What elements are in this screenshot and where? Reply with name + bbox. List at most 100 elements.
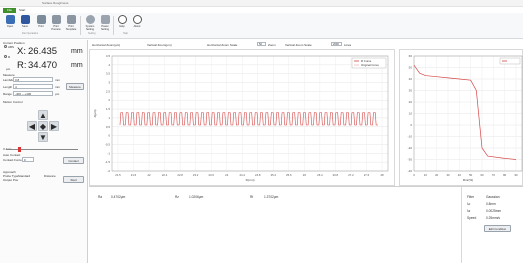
open-label: Open (6, 25, 14, 28)
range-select[interactable]: -400 ~ +400 (13, 91, 53, 96)
x-axis-label: X: (17, 46, 26, 57)
x-tick-label: 26.8 (333, 173, 339, 177)
lambda-s-value: 0.0025mm (486, 209, 502, 213)
distance-label: Distance (44, 174, 56, 178)
vertical-zoom-label: Vertical Zoom(μm) (147, 42, 172, 47)
y-tick-label: 4.5 (106, 54, 111, 58)
system-setting-label: System Setting (85, 25, 95, 31)
x-tick-label: 40 (458, 173, 462, 177)
y-tick-label: -10 (408, 135, 413, 139)
contact-force-input[interactable]: 0 (22, 157, 34, 162)
x-tick-label: 10 (424, 173, 428, 177)
vertical-scale-unit: Lines (344, 42, 352, 47)
open-button[interactable]: Open (3, 15, 17, 28)
y-tick-label: 20 (409, 100, 413, 104)
range-unit: μm (55, 92, 60, 96)
horizontal-zoom-label: Horizontal Zoom(μm) (92, 42, 121, 47)
y-tick-label: 40 (409, 77, 413, 81)
rz-value: 1.0206μm (189, 195, 204, 199)
about-button[interactable]: About (130, 15, 144, 28)
start-button[interactable]: Start (63, 176, 84, 183)
x-position-value: 26.435 (28, 46, 58, 57)
horizontal-scale-input[interactable]: 50 (257, 42, 266, 46)
system-setting-button[interactable]: System Setting (83, 15, 97, 31)
bearing-ratio-series (413, 64, 517, 160)
x-tick-label: 50 (469, 173, 473, 177)
lambda-select[interactable]: 0.8 (13, 77, 53, 82)
power-setting-label: Power Setting (100, 25, 110, 31)
length-input[interactable]: 4 (13, 84, 53, 89)
probe-type-value[interactable]: Standard (18, 174, 30, 178)
control-panel: Current Position ABS R X: 26.435 mm R: 3… (0, 40, 88, 263)
legend-label-original-curve: Original Curve (361, 63, 379, 67)
start-tab[interactable]: Start (19, 8, 25, 12)
x-tick-label: 70 (492, 173, 496, 177)
power-setting-button[interactable]: Power Setting (98, 15, 112, 31)
ribbon-separator (80, 16, 81, 35)
y-tick-label: 0 (108, 134, 110, 138)
abs-label: ABS (8, 45, 15, 49)
about-icon (132, 15, 142, 24)
rel-label: R (8, 55, 11, 59)
x-tick-label: 24.4 (240, 173, 246, 177)
move-down-button[interactable]: ▼ (38, 132, 48, 142)
y-tick-label: 10 (409, 112, 413, 116)
rel-radio[interactable] (4, 55, 7, 58)
group-label-file: File Operations (22, 32, 39, 35)
ra-label: Ra (98, 195, 103, 199)
ribbon-separator (113, 16, 114, 35)
save-label: Save (22, 25, 28, 28)
filter-value: Gaussian (486, 195, 500, 199)
vertical-scale-input[interactable]: 2000 (331, 42, 342, 46)
x-tick-label: 20 (435, 173, 439, 177)
x-tick-label: 28 (380, 173, 384, 177)
rt-value: 1.3702μm (264, 195, 279, 199)
y-tick-label: -1.5 (105, 160, 111, 164)
help-icon (117, 15, 127, 24)
arrow-right-icon: ▶ (50, 122, 58, 131)
x-tick-label: 27.6 (364, 173, 370, 177)
x-tick-label: 25.2 (271, 173, 277, 177)
x-tick-label: 22.8 (177, 173, 183, 177)
print-icon (36, 15, 46, 24)
contact-button[interactable]: Contact (63, 157, 84, 164)
x-tick-label: 80 (503, 173, 507, 177)
arrow-up-icon: ▲ (39, 111, 47, 120)
range-label: Range (3, 92, 12, 96)
rz-label: Rz (175, 195, 179, 199)
r-curve-series (119, 112, 378, 126)
speed-slider-knob[interactable] (18, 147, 21, 152)
print-button[interactable]: Print (34, 15, 48, 28)
print-template-button[interactable]: Print Template (64, 15, 78, 31)
horizontal-scale-label: Horizontal Zoom Scale (207, 42, 238, 47)
x-tick-label: 24 (225, 173, 229, 177)
x-tick-label: 24.8 (255, 173, 261, 177)
y-tick-label: 2 (108, 98, 110, 102)
y-axis-title: Z(μm) (93, 109, 97, 117)
move-right-button[interactable]: ▶ (49, 121, 59, 131)
x-tick-label: 60 (480, 173, 484, 177)
edit-condition-button[interactable]: Edit Condition (484, 225, 511, 232)
results-panel: Ra 0.4702μm Rz 1.0206μm Rt 1.3702μm Filt… (89, 186, 523, 263)
help-button[interactable]: Help (115, 15, 129, 28)
move-up-button[interactable]: ▲ (38, 110, 48, 120)
x-tick-label: 21.5 (115, 173, 121, 177)
profile-chart[interactable]: 4.5 4 3.5 3 2.5 2 1.5 1 0.5 0 -0.5 -1 -1.5 -2 21.5 21.6… (89, 49, 395, 186)
arrow-left-icon: ◀ (28, 122, 36, 131)
x-tick-label: 22.4 (162, 173, 168, 177)
bearing-ratio-chart[interactable]: 60 50 40 30 20 10 0 -10 -20 -30 -40 0 10 20 30 40 50 60 70… (399, 49, 523, 186)
x-tick-label: 22 (147, 173, 151, 177)
home-button[interactable]: ◆ (38, 121, 48, 131)
abs-radio[interactable] (4, 45, 7, 48)
x-tick-label: 26 (303, 173, 307, 177)
print-preview-button[interactable]: Print Preview (49, 15, 63, 31)
lambda-s-label: λs (467, 209, 471, 213)
y-tick-label: -20 (408, 146, 413, 150)
move-left-button[interactable]: ◀ (27, 121, 37, 131)
save-button[interactable]: Save (18, 15, 32, 28)
filter-label: Filter (467, 195, 475, 199)
speed-slider[interactable] (6, 147, 78, 152)
bearing-ratio-chart-svg: 6050403020100-10-20-30-400 10 20 30 40 50 60 70… (408, 54, 523, 182)
about-label: About (133, 25, 141, 28)
measure-button[interactable]: Measure (66, 83, 84, 90)
